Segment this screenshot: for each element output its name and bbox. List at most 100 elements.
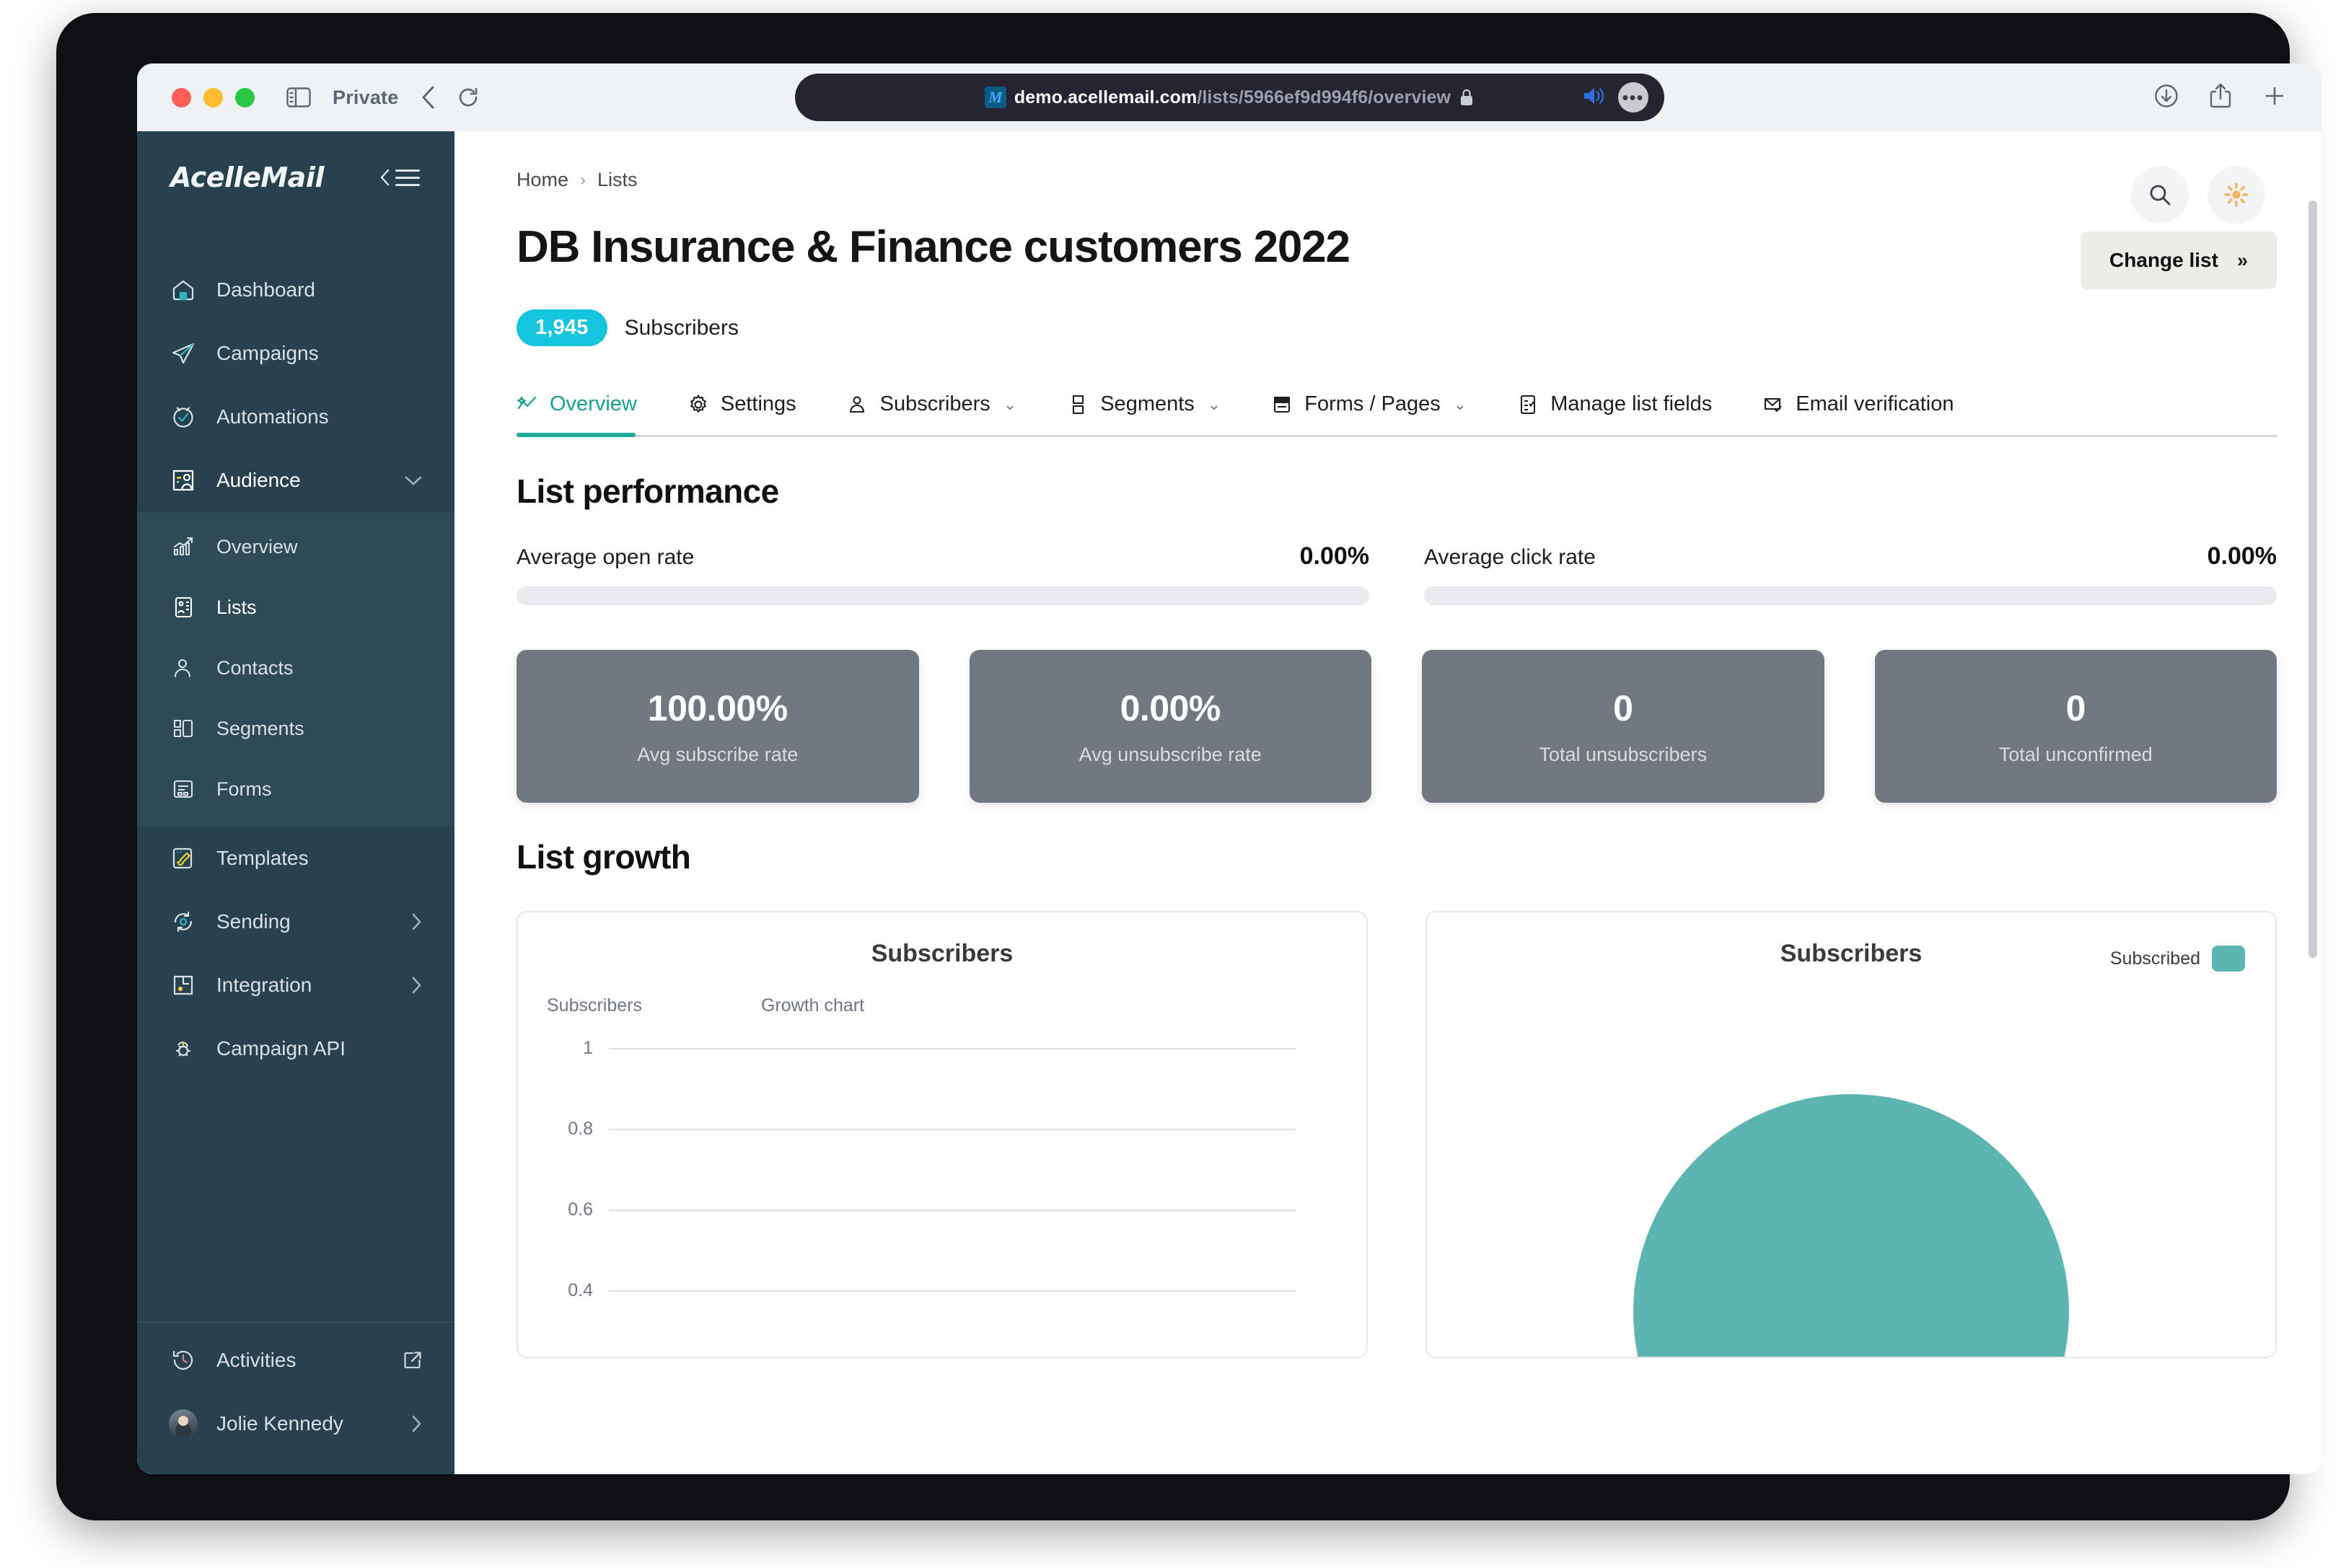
sidebar-subnav-audience: Overview Lists Contacts Segments Forms (137, 512, 454, 827)
tab-manage-list-fields[interactable]: Manage list fields (1517, 382, 1736, 435)
chevron-down-icon[interactable]: ⌄ (1208, 395, 1221, 414)
collapse-sidebar-icon[interactable] (379, 168, 420, 187)
bar-chart-icon (170, 534, 196, 560)
ellipsis-icon[interactable]: ••• (1617, 82, 1648, 113)
brush-icon (170, 845, 196, 871)
window-controls[interactable] (172, 87, 255, 107)
home-icon (170, 277, 196, 303)
app-shell: AcelleMail Dashboard Campaigns Automatio… (137, 131, 2321, 1474)
download-icon[interactable] (2154, 84, 2179, 112)
sidebar-item-audience[interactable]: Audience (137, 449, 454, 512)
sidebar-item-user[interactable]: Jolie Kennedy (137, 1392, 454, 1455)
sidebar-item-integration[interactable]: Integration (137, 953, 454, 1017)
tab-overview[interactable]: Overview (517, 382, 662, 437)
sun-icon[interactable] (2207, 166, 2265, 224)
rate-value: 0.00% (2207, 542, 2277, 570)
stat-label: Avg subscribe rate (637, 743, 799, 765)
user-icon (847, 394, 869, 415)
private-mode-label: Private (333, 86, 399, 108)
chevron-right-icon[interactable] (410, 976, 423, 995)
reload-button[interactable] (457, 87, 479, 108)
check-circle-icon (170, 404, 196, 430)
chevron-right-icon[interactable] (410, 1414, 423, 1433)
sidebar-item-label: Campaign API (216, 1037, 346, 1060)
close-window-button[interactable] (172, 87, 191, 107)
sidebar-item-lists[interactable]: Lists (137, 577, 454, 638)
tab-settings[interactable]: Settings (687, 382, 821, 435)
sidebar-item-forms[interactable]: Forms (137, 759, 454, 819)
segments-icon (170, 715, 196, 741)
chevron-down-icon[interactable]: ⌄ (1003, 395, 1016, 414)
sidebar-item-templates[interactable]: Templates (137, 827, 454, 890)
address-bar[interactable]: M demo.acellemail.com/lists/5966ef9d994f… (794, 74, 1664, 121)
change-list-button[interactable]: Change list » (2081, 232, 2277, 289)
sidebar-item-dashboard[interactable]: Dashboard (137, 258, 454, 322)
checklist-icon (1517, 394, 1539, 415)
sidebar-item-overview[interactable]: Overview (137, 516, 454, 577)
new-tab-icon[interactable] (2262, 84, 2287, 112)
growth-line-chart-card: Subscribers Subscribers Growth chart 1 0… (517, 911, 1368, 1358)
breadcrumb: Home › Lists (517, 169, 2277, 191)
sidebar-item-contacts[interactable]: Contacts (137, 638, 454, 698)
history-icon (170, 1347, 196, 1373)
sidebar-item-label: Contacts (216, 656, 294, 679)
sidebar-item-campaigns[interactable]: Campaigns (137, 322, 454, 385)
audio-playing-icon[interactable] (1582, 85, 1607, 110)
main-content: Home › Lists DB Insurance & Finance cust… (454, 131, 2321, 1474)
maximize-window-button[interactable] (235, 87, 255, 107)
average-click-rate: Average click rate 0.00% (1424, 542, 2277, 605)
subscriber-count-badge: 1,945 (517, 309, 607, 346)
tab-label: Email verification (1796, 392, 1954, 415)
tab-label: Forms / Pages (1304, 392, 1441, 415)
sidebar-toggle-icon[interactable] (286, 87, 311, 107)
menu-icon (395, 169, 420, 186)
brand-row: AcelleMail (137, 131, 454, 224)
lock-icon (1459, 88, 1474, 107)
chevron-down-icon[interactable]: ⌄ (1454, 395, 1467, 414)
tab-label: Subscribers (879, 392, 990, 415)
external-link-icon[interactable] (403, 1350, 423, 1370)
search-icon[interactable] (2131, 166, 2189, 224)
sidebar-item-label: Overview (216, 535, 298, 558)
back-button[interactable] (420, 85, 436, 110)
pie-slice-subscribed (1633, 1094, 2069, 1357)
stat-card-avg-unsubscribe-rate: 0.00% Avg unsubscribe rate (969, 650, 1371, 803)
form-icon (170, 776, 196, 802)
minimize-window-button[interactable] (203, 87, 223, 107)
sidebar: AcelleMail Dashboard Campaigns Automatio… (137, 131, 454, 1474)
avatar (169, 1409, 198, 1438)
stat-card-total-unsubscribers: 0 Total unsubscribers (1422, 650, 1824, 803)
tab-email-verification[interactable]: Email verification (1762, 382, 1978, 435)
stat-card-avg-subscribe-rate: 100.00% Avg subscribe rate (517, 650, 919, 803)
chart-title: Subscribers (871, 940, 1014, 967)
sidebar-item-activities[interactable]: Activities (137, 1329, 454, 1392)
breadcrumb-lists[interactable]: Lists (597, 169, 638, 191)
tab-segments[interactable]: Segments ⌄ (1067, 382, 1245, 435)
chevron-right-icon[interactable] (410, 912, 423, 931)
url-text: demo.acellemail.com/lists/5966ef9d994f6/… (1014, 87, 1451, 107)
chart-subtitle: Growth chart (761, 995, 865, 1016)
double-chevron-right-icon: » (2236, 249, 2248, 271)
legend-label: Subscribed (2109, 948, 2200, 969)
page-title-row: DB Insurance & Finance customers 2022 Ch… (517, 221, 2277, 289)
sidebar-item-label: Integration (216, 974, 312, 996)
tab-label: Segments (1100, 392, 1195, 415)
breadcrumb-home[interactable]: Home (517, 169, 568, 191)
app-logo[interactable]: AcelleMail (170, 162, 324, 193)
page-scrollbar[interactable] (2308, 201, 2317, 958)
chevron-down-icon[interactable] (404, 474, 423, 487)
stat-value: 0 (1613, 687, 1633, 728)
line-chart-plot: 1 0.8 0.6 0.4 (547, 1029, 1337, 1332)
sidebar-item-label: Templates (216, 847, 309, 869)
share-icon[interactable] (2209, 83, 2232, 113)
sidebar-item-automations[interactable]: Automations (137, 385, 454, 449)
sidebar-item-segments[interactable]: Segments (137, 698, 454, 759)
tab-subscribers[interactable]: Subscribers ⌄ (847, 382, 1042, 435)
stat-value: 0 (2065, 687, 2086, 728)
legend-color-swatch (2212, 946, 2245, 972)
tab-forms-pages[interactable]: Forms / Pages ⌄ (1271, 382, 1491, 435)
sidebar-item-campaign-api[interactable]: Campaign API (137, 1017, 454, 1080)
rate-label: Average click rate (1424, 545, 1596, 569)
sidebar-item-sending[interactable]: Sending (137, 890, 454, 953)
desktop-background: Private M demo.acellemail.com/lists/5966… (0, 0, 2346, 1568)
